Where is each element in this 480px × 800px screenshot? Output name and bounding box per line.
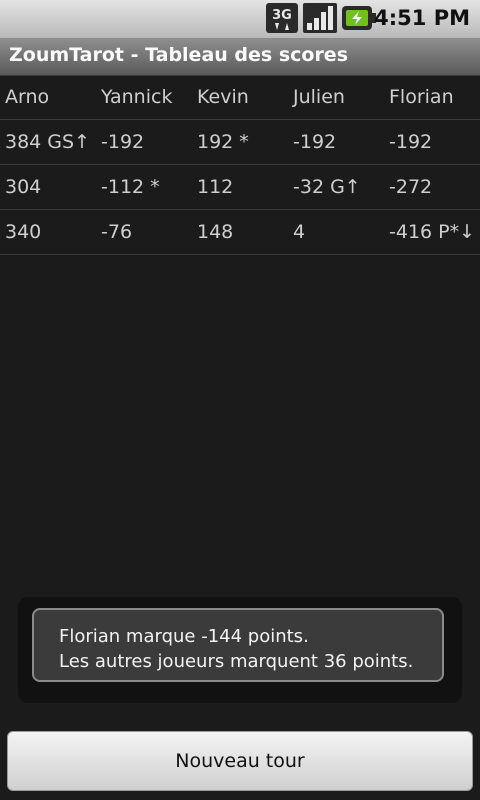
score-table: Arno Yannick Kevin Julien Florian 384 GS… (0, 75, 480, 255)
score-cell: -272 (384, 164, 480, 210)
new-round-button[interactable]: Nouveau tour (7, 731, 473, 791)
svg-text:3G: 3G (272, 8, 292, 23)
signal-bars-icon (303, 3, 337, 33)
header-cell: Florian (384, 75, 480, 120)
header-cell: Kevin (192, 75, 288, 120)
header-row: Arno Yannick Kevin Julien Florian (0, 75, 480, 120)
score-cell: 304 (0, 164, 96, 210)
toast-line: Les autres joueurs marquent 36 points. (59, 651, 414, 672)
score-cell: 384 GS↑ (0, 119, 96, 165)
score-cell: -32 G↑ (288, 164, 384, 210)
score-cell: -192 (288, 119, 384, 165)
clock: 4:51 PM (374, 6, 470, 30)
status-bar: 3G 4:51 PM (0, 0, 480, 39)
score-cell: 340 (0, 209, 96, 255)
score-cell: 192 * (192, 119, 288, 165)
app-title: ZoumTarot - Tableau des scores (9, 44, 349, 66)
title-bar: ZoumTarot - Tableau des scores (0, 39, 480, 76)
table-row: 304 -112 * 112 -32 G↑ -272 (0, 164, 480, 210)
score-cell: 112 (192, 164, 288, 210)
header-cell: Yannick (96, 75, 192, 120)
score-cell: 4 (288, 209, 384, 255)
score-cell: -112 * (96, 164, 192, 210)
header-cell: Arno (0, 75, 96, 120)
score-cell: -192 (96, 119, 192, 165)
toast-message: Florian marque -144 points. Les autres j… (32, 608, 444, 682)
score-cell: -76 (96, 209, 192, 255)
table-row: 384 GS↑ -192 192 * -192 -192 (0, 119, 480, 165)
score-cell: -192 (384, 119, 480, 165)
battery-charging-icon (342, 6, 376, 30)
table-row: 340 -76 148 4 -416 P*↓ (0, 209, 480, 255)
score-cell: -416 P*↓ (384, 209, 480, 255)
score-cell: 148 (192, 209, 288, 255)
toast-container: Florian marque -144 points. Les autres j… (18, 597, 462, 703)
header-cell: Julien (288, 75, 384, 120)
3g-icon: 3G (266, 3, 298, 33)
toast-line: Florian marque -144 points. (59, 626, 309, 647)
